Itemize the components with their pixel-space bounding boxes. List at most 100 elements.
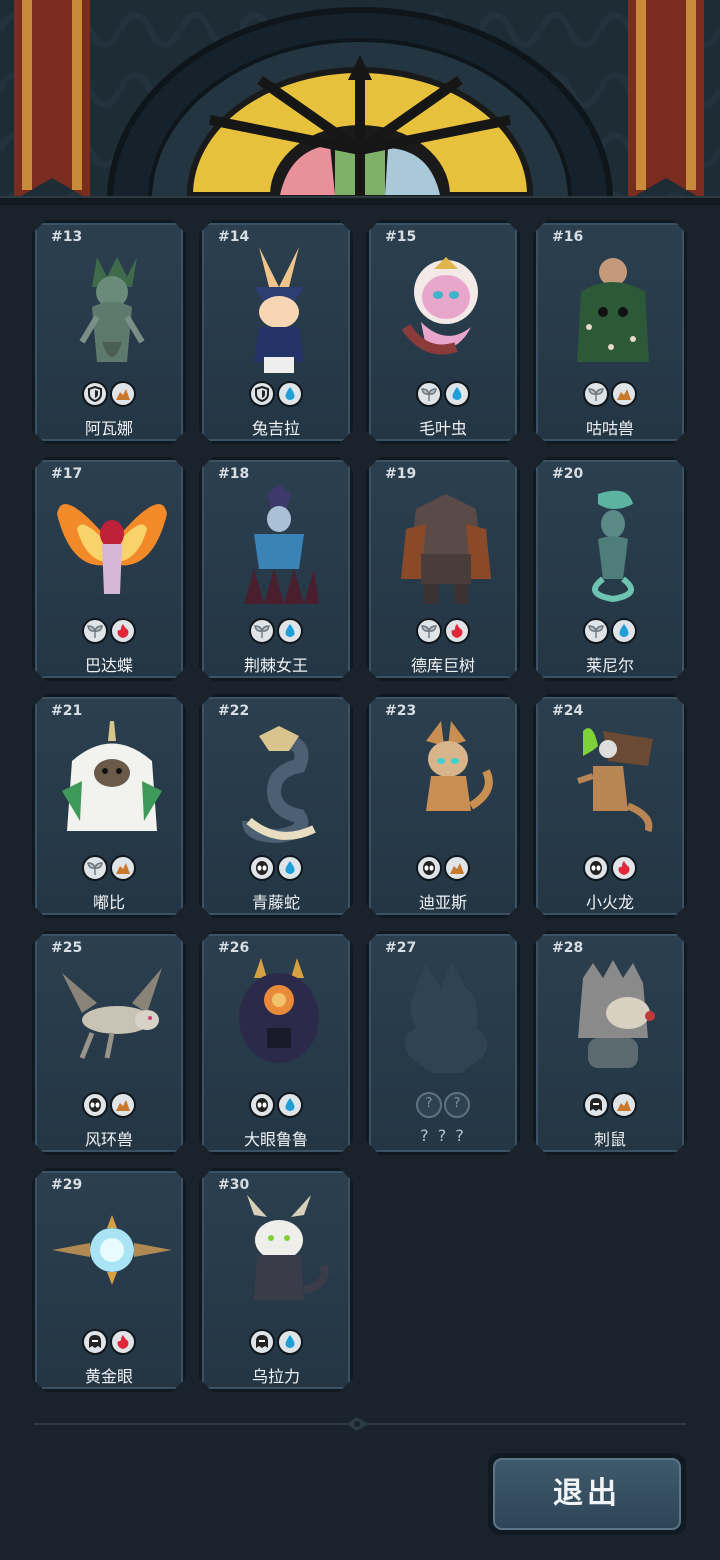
monster-card[interactable]: #24 小火龙 — [533, 694, 687, 918]
sprout-icon — [583, 381, 609, 407]
monster-card[interactable]: #20 莱尼尔 — [533, 457, 687, 681]
attribute-badges — [369, 381, 517, 407]
right-banner — [628, 0, 704, 200]
monster-name: 巴达蝶 — [84, 656, 133, 675]
monster-card[interactable]: #19 德库巨树 — [366, 457, 520, 681]
water-icon — [444, 381, 470, 407]
monster-portrait — [553, 484, 673, 614]
attribute-badges — [35, 855, 183, 881]
monster-card[interactable]: #16 咕咕兽 — [533, 220, 687, 444]
monster-card[interactable]: #26 大眼鲁鲁 — [199, 931, 353, 1155]
helmet-icon — [249, 1329, 275, 1355]
helmet-icon — [82, 1329, 108, 1355]
exit-button[interactable]: 退出 — [488, 1453, 686, 1535]
monster-name: 迪亚斯 — [418, 893, 467, 912]
water-icon — [277, 1092, 303, 1118]
monster-number: #23 — [385, 703, 417, 719]
attribute-badges — [35, 1329, 183, 1355]
monster-name: 大眼鲁鲁 — [243, 1130, 308, 1149]
alien-icon — [249, 855, 275, 881]
attribute-badges — [35, 381, 183, 407]
stained-glass-window — [0, 0, 720, 205]
monster-portrait — [219, 1195, 339, 1325]
water-icon — [277, 855, 303, 881]
sprout-icon — [416, 381, 442, 407]
monster-number: #28 — [552, 940, 584, 956]
monster-number: #17 — [51, 466, 83, 482]
monster-card[interactable]: #13 阿瓦娜 — [32, 220, 186, 444]
fire-icon — [444, 618, 470, 644]
monster-card[interactable]: #18 荆棘女王 — [199, 457, 353, 681]
header-rim — [0, 196, 720, 205]
monster-portrait — [386, 721, 506, 851]
earth-icon — [110, 381, 136, 407]
alien-icon — [416, 855, 442, 881]
monster-card[interactable]: #21 嘟比 — [32, 694, 186, 918]
monster-name: 荆棘女王 — [243, 656, 308, 675]
monster-portrait — [52, 484, 172, 614]
sprout-icon — [82, 618, 108, 644]
monster-card[interactable]: #23 迪亚斯 — [366, 694, 520, 918]
attribute-badges — [536, 1092, 684, 1118]
monster-card[interactable]: #28 刺鼠 — [533, 931, 687, 1155]
monster-number: #16 — [552, 229, 584, 245]
monster-number: #13 — [51, 229, 83, 245]
monster-name: 刺鼠 — [593, 1130, 626, 1149]
monster-portrait — [553, 721, 673, 851]
attribute-badges — [369, 618, 517, 644]
fire-icon — [611, 855, 637, 881]
monster-portrait — [219, 484, 339, 614]
monster-number: #29 — [51, 1177, 83, 1193]
attribute-badges — [536, 381, 684, 407]
monster-card[interactable]: #25 风环兽 — [32, 931, 186, 1155]
monster-portrait — [52, 1195, 172, 1325]
monster-name: 风环兽 — [84, 1130, 133, 1149]
water-icon — [277, 1329, 303, 1355]
monster-name: 黄金眼 — [84, 1367, 133, 1386]
unknown-badge-icon: ? — [444, 1092, 470, 1118]
monster-portrait — [219, 721, 339, 851]
shield-icon — [249, 381, 275, 407]
monster-number: #24 — [552, 703, 584, 719]
monster-card[interactable]: #17 巴达蝶 — [32, 457, 186, 681]
monster-portrait — [219, 247, 339, 377]
monster-card[interactable]: #27?? ? ? ? — [366, 931, 520, 1155]
monster-number: #21 — [51, 703, 83, 719]
sprout-icon — [82, 855, 108, 881]
earth-icon — [444, 855, 470, 881]
attribute-badges — [202, 1329, 350, 1355]
monster-card[interactable]: #14 兔吉拉 — [199, 220, 353, 444]
monster-number: #26 — [218, 940, 250, 956]
fire-icon — [110, 618, 136, 644]
monster-card[interactable]: #15 毛叶虫 — [366, 220, 520, 444]
monster-portrait — [52, 247, 172, 377]
sprout-icon — [249, 618, 275, 644]
alien-icon — [249, 1092, 275, 1118]
monster-portrait — [386, 958, 506, 1088]
monster-name: 毛叶虫 — [418, 419, 467, 438]
attribute-badges: ?? — [369, 1092, 517, 1118]
monster-portrait — [52, 958, 172, 1088]
monster-card[interactable]: #29 黄金眼 — [32, 1168, 186, 1392]
alien-icon — [82, 1092, 108, 1118]
monster-card[interactable]: #30 乌拉力 — [199, 1168, 353, 1392]
attribute-badges — [536, 618, 684, 644]
earth-icon — [611, 381, 637, 407]
monster-name: 德库巨树 — [410, 656, 475, 675]
monster-portrait — [219, 958, 339, 1088]
divider-ornament-icon — [346, 1417, 368, 1431]
monster-portrait — [52, 721, 172, 851]
monster-number: #18 — [218, 466, 250, 482]
monster-name: 小火龙 — [585, 893, 634, 912]
attribute-badges — [202, 1092, 350, 1118]
water-icon — [277, 381, 303, 407]
water-icon — [277, 618, 303, 644]
attribute-badges — [202, 855, 350, 881]
monster-name: 莱尼尔 — [585, 656, 634, 675]
monster-name: ? ? ? — [420, 1126, 466, 1145]
attribute-badges — [35, 1092, 183, 1118]
sprout-icon — [583, 618, 609, 644]
monster-card[interactable]: #22 青藤蛇 — [199, 694, 353, 918]
monster-portrait — [553, 247, 673, 377]
monster-number: #15 — [385, 229, 417, 245]
